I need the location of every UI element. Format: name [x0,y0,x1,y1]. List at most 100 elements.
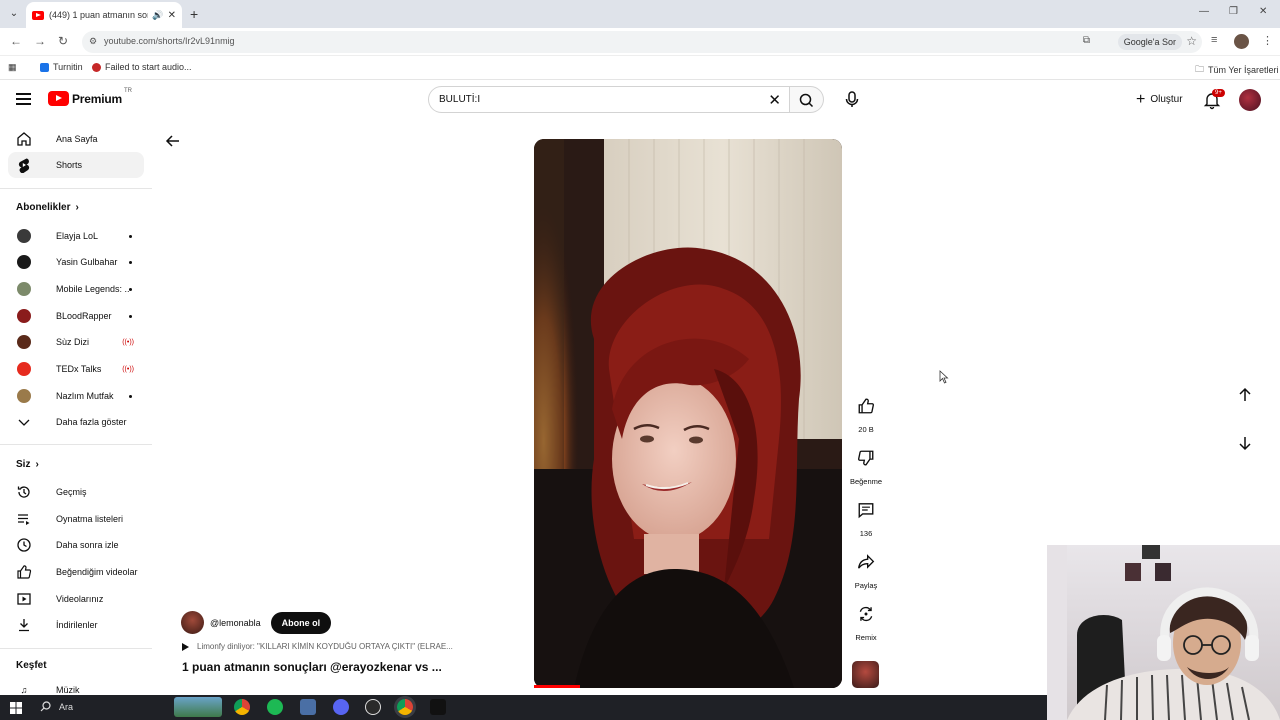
chrome-icon[interactable] [234,699,250,715]
create-button[interactable]: + Oluştur [1126,87,1193,112]
share-button[interactable] [851,547,881,577]
sound-thumbnail[interactable] [852,661,879,688]
shorts-icon [16,157,32,173]
show-more-button[interactable]: Daha fazla göster [8,409,144,435]
sidebar-item-label: İndirilenler [56,620,98,630]
bookmark-turnitin[interactable]: Turnitin [40,62,83,72]
forward-icon[interactable]: → [34,34,46,48]
sidebar-item-subscription[interactable]: BLoodRapper [8,303,144,329]
sidebar-item-playlists[interactable]: Oynatma listeleri [8,506,144,532]
channel-avatar[interactable] [181,611,204,634]
all-bookmarks[interactable]: 🗀 Tüm Yer İşaretleri [1195,62,1279,78]
live-icon: ((•)) [122,365,134,373]
logo-region: TR [123,87,132,94]
search-input[interactable]: BULUTİ:I ✕ [428,86,790,113]
comments-button[interactable] [851,495,881,525]
media-control-icon[interactable]: ≡ [1211,34,1217,46]
browser-tab-active[interactable]: (449) 1 puan atmanın sonu 🔊 ✕ [26,2,182,28]
plus-icon: + [1136,90,1146,108]
sidebar-item-subscription[interactable]: TEDx Talks ((•)) [8,356,144,382]
previous-short-button[interactable] [1230,380,1260,410]
sidebar-item-home[interactable]: Ana Sayfa [8,126,144,152]
like-action[interactable]: 20 B [848,391,884,434]
channel-handle[interactable]: @lemonabla [210,618,261,628]
sidebar: Ana Sayfa Shorts Abonelikler › Elayja Lo… [0,120,152,695]
subscriptions-heading[interactable]: Abonelikler › [16,202,79,213]
site-info-icon[interactable]: ⚙ [89,36,97,47]
video-title[interactable]: 1 puan atmanın sonuçları @erayozkenar vs… [182,660,442,674]
channel-row: @lemonabla Abone ol [181,611,332,634]
sidebar-item-label: Mobile Legends: ... [56,284,129,294]
sidebar-item-music[interactable]: ♫ Müzik [8,677,144,695]
sidebar-item-subscription[interactable]: Elayja LoL [8,223,144,249]
browser-menu-icon[interactable]: ⋮ [1262,34,1273,47]
shorts-video-player[interactable] [534,139,842,688]
mouse-cursor-icon [939,370,949,384]
discord-icon[interactable] [333,699,349,715]
you-heading[interactable]: Siz › [16,459,39,470]
back-icon[interactable]: ← [10,34,22,48]
music-line[interactable]: Limonfy dinliyor: "KILLARI KİMİN KOYDUĞU… [182,642,453,651]
sidebar-item-subscription[interactable]: Sùz Dizi ((•)) [8,329,144,355]
restore-icon[interactable]: ❐ [1229,6,1238,17]
channel-avatar [17,309,31,323]
obs-icon[interactable] [365,699,381,715]
remix-action[interactable]: Remix [848,599,884,642]
sidebar-item-subscription[interactable]: Mobile Legends: ... [8,276,144,302]
sidebar-item-subscription[interactable]: Yasin Gulbahar [8,249,144,275]
search-query[interactable]: BULUTİ:I [439,94,480,105]
address-bar[interactable]: ⚙ youtube.com/shorts/Ir2vL91nmig ⧉ Googl… [82,31,1202,53]
browser-profile-avatar[interactable] [1234,34,1249,49]
reload-icon[interactable]: ↻ [58,34,68,48]
sidebar-item-liked-videos[interactable]: Beğendiğim videolar [8,559,144,585]
next-short-button[interactable] [1230,428,1260,458]
playlist-icon [16,511,32,527]
windows-start-icon[interactable] [10,701,22,714]
apps-grid-icon[interactable]: ▦ [8,62,17,73]
voice-search-button[interactable] [838,85,866,113]
minimize-icon[interactable]: — [1199,6,1209,17]
install-app-icon[interactable]: ⧉ [1083,35,1090,46]
menu-icon[interactable] [16,93,31,108]
new-tab-icon[interactable]: + [190,6,198,22]
bookmark-star-icon[interactable]: ☆ [1186,34,1197,48]
sidebar-item-subscription[interactable]: Nazlım Mutfak [8,383,144,409]
sidebar-item-history[interactable]: Geçmiş [8,479,144,505]
thumbs-down-icon [858,450,874,466]
taskbar-search[interactable]: Ara [40,701,73,712]
subscribe-button[interactable]: Abone ol [270,611,332,634]
google-search-chip[interactable]: Google'a Sor [1117,34,1182,50]
like-icon [16,564,32,580]
taskbar-widget-landscape[interactable] [174,697,222,717]
youtube-premium-logo[interactable]: Premium TR [48,87,132,106]
sidebar-item-label: Sùz Dizi [56,337,90,347]
tab-search-button[interactable]: ⌄ [6,6,22,22]
notification-badge: 9+ [1212,89,1225,97]
url-text[interactable]: youtube.com/shorts/Ir2vL91nmig [104,36,235,46]
capcut-icon[interactable] [430,699,446,715]
like-button[interactable] [851,391,881,421]
remix-button[interactable] [851,599,881,629]
spotify-icon[interactable] [267,699,283,715]
sidebar-item-watch-later[interactable]: Daha sonra izle [8,532,144,558]
sidebar-item-your-videos[interactable]: Videolarınız [8,586,144,612]
close-tab-icon[interactable]: ✕ [168,10,176,21]
search-button[interactable] [790,86,824,113]
bookmark-failed-audio[interactable]: Failed to start audio... [92,62,192,72]
share-action[interactable]: Paylaş [848,547,884,590]
comments-action[interactable]: 136 [848,495,884,538]
dislike-action[interactable]: Beğenme [848,443,884,486]
video-frame [534,139,842,688]
subscriptions-heading-label: Abonelikler [16,202,71,213]
app-icon[interactable] [300,699,316,715]
dislike-button[interactable] [851,443,881,473]
close-window-icon[interactable]: ✕ [1259,6,1267,17]
speaker-icon[interactable]: 🔊 [152,10,163,21]
chrome-active-icon[interactable] [397,699,413,715]
video-progress-bar[interactable] [534,685,580,688]
clear-search-icon[interactable]: ✕ [768,91,781,109]
back-arrow-icon[interactable] [164,132,182,150]
account-avatar[interactable] [1239,89,1261,111]
sidebar-item-shorts[interactable]: Shorts [8,152,144,178]
sidebar-item-downloads[interactable]: İndirilenler [8,612,144,638]
